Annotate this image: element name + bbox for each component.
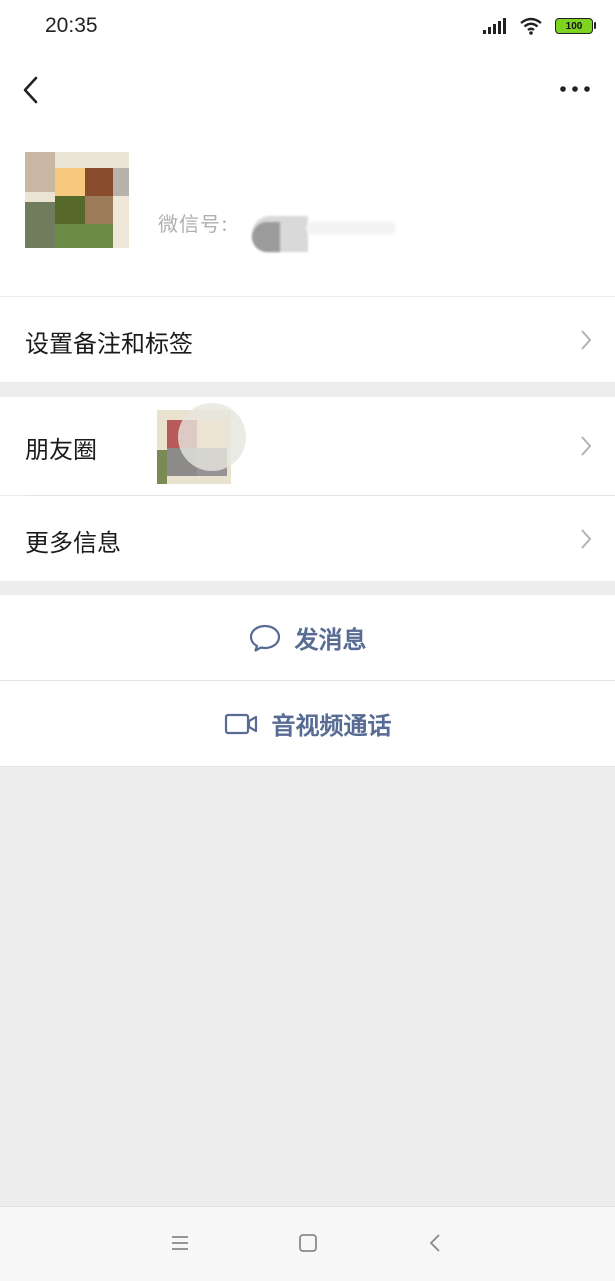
moments-row[interactable]: 朋友圈 [0, 397, 615, 495]
moments-label: 朋友圈 [25, 436, 97, 464]
chevron-right-icon [581, 330, 592, 350]
redacted-area [306, 222, 396, 234]
send-message-label: 发消息 [294, 626, 367, 654]
redacted-area [252, 222, 280, 252]
more-info-row[interactable]: 更多信息 [0, 496, 615, 581]
nav-back-icon[interactable] [424, 1231, 448, 1255]
redacted-area [178, 403, 246, 471]
chat-bubble-icon [249, 624, 280, 652]
profile-header: 微信号: [0, 124, 615, 296]
video-call-button[interactable]: 音视频通话 [0, 681, 615, 766]
status-time: 20:35 [45, 14, 98, 37]
system-nav-bar [0, 1206, 615, 1281]
video-camera-icon [224, 713, 257, 734]
signal-icon [483, 18, 506, 34]
send-message-button[interactable]: 发消息 [0, 595, 615, 680]
divider [0, 766, 615, 767]
chevron-right-icon [581, 436, 592, 456]
status-icons: 100 [483, 16, 596, 36]
menu-icon[interactable] [168, 1231, 192, 1255]
video-call-label: 音视频通话 [271, 712, 392, 740]
back-arrow-icon[interactable] [16, 72, 46, 108]
remark-label: 设置备注和标签 [25, 330, 193, 358]
chevron-right-icon [581, 529, 592, 549]
wifi-icon [520, 17, 542, 35]
more-info-label: 更多信息 [25, 529, 121, 557]
home-square-icon[interactable] [296, 1231, 320, 1255]
top-nav [0, 56, 615, 124]
battery-icon: 100 [555, 18, 596, 34]
battery-level: 100 [565, 20, 583, 32]
more-dots-icon[interactable] [555, 78, 595, 100]
status-bar: 20:35 100 [0, 0, 615, 56]
avatar[interactable] [25, 152, 129, 248]
remark-row[interactable]: 设置备注和标签 [0, 297, 615, 382]
wechat-id-label: 微信号: [158, 212, 229, 236]
